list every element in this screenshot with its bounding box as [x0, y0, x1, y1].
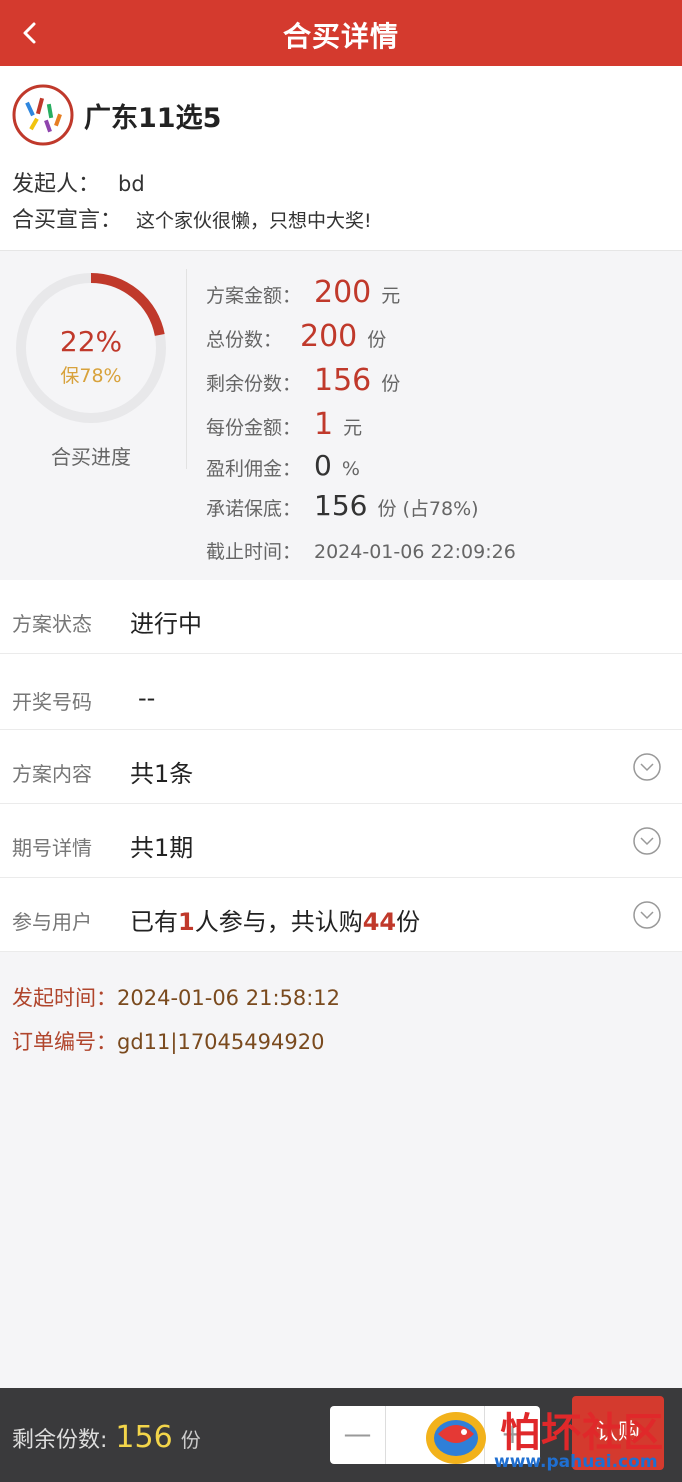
guarantee-row: 承诺保底： 156 份 (占78%): [206, 489, 479, 522]
guarantee-label: 承诺保底：: [206, 498, 302, 520]
start-time-label: 发起时间：: [12, 986, 117, 1010]
remaining-shares-row: 剩余份数： 156 份: [206, 363, 400, 398]
participants-shares: 44: [362, 908, 397, 936]
page-title: 合买详情: [282, 20, 399, 53]
app-header: 合买详情: [0, 0, 682, 66]
order-no-row: 订单编号：gd11|17045494920: [12, 1026, 324, 1056]
lottery-summary: 广东11选5 发起人： bd 合买宣言： 这个家伙很懒，只想中大奖!: [0, 66, 682, 250]
total-shares-label: 总份数：: [206, 329, 283, 351]
issue-detail-row[interactable]: 期号详情 共1期: [0, 804, 682, 878]
progress-section: 22% 保78% 合买进度 方案金额： 200 元 总份数： 200 份 剩余份数： 15…: [0, 250, 682, 580]
guarantee-value: 156: [314, 489, 368, 522]
order-no-label: 订单编号：: [12, 1030, 117, 1054]
commission-row: 盈利佣金： 0%: [206, 449, 360, 482]
slogan-row: 合买宣言： 这个家伙很懒，只想中大奖!: [12, 202, 372, 234]
participants-middle: 人参与，共认购: [194, 908, 363, 936]
chevron-down-icon[interactable]: [632, 900, 662, 930]
bottom-remaining-label: 剩余份数:: [12, 1428, 108, 1453]
initiator-label: 发起人：: [12, 172, 101, 197]
lottery-logo-icon: [12, 84, 74, 146]
remaining-shares-value: 156: [314, 363, 372, 398]
participants-prefix: 已有: [130, 908, 178, 936]
per-share-label: 每份金额：: [206, 417, 302, 439]
commission-label: 盈利佣金：: [206, 458, 302, 480]
plan-amount-value: 200: [314, 275, 372, 310]
plan-amount-label: 方案金额：: [206, 285, 302, 307]
order-no-value: gd11|17045494920: [117, 1030, 325, 1054]
total-shares-value: 200: [300, 319, 358, 354]
participants-label: 参与用户: [12, 910, 92, 934]
remaining-shares-label: 剩余份数：: [206, 373, 302, 395]
draw-number-label: 开奖号码: [12, 690, 92, 714]
guarantee-percent: 保78%: [60, 365, 122, 387]
per-share-unit: 元: [343, 417, 363, 439]
status-row: 方案状态 进行中: [0, 580, 682, 654]
watermark-text: 怕坏社区: [500, 1409, 664, 1456]
detail-list: 方案状态 进行中 开奖号码 -- 方案内容 共1条 期号详情 共1期 参与用户 …: [0, 580, 682, 952]
bottom-remaining-unit: 份: [180, 1428, 201, 1452]
start-time-row: 发起时间：2024-01-06 21:58:12: [12, 982, 340, 1012]
participants-count: 1: [178, 908, 195, 936]
chevron-down-icon[interactable]: [632, 752, 662, 782]
draw-number-row: 开奖号码 --: [0, 654, 682, 730]
plan-amount-row: 方案金额： 200 元: [206, 275, 400, 310]
total-shares-unit: 份: [367, 329, 387, 351]
participants-suffix: 份: [396, 908, 421, 936]
plan-content-row[interactable]: 方案内容 共1条: [0, 730, 682, 804]
plan-content-value: 共1条: [130, 760, 194, 788]
per-share-row: 每份金额： 1 元: [206, 407, 362, 442]
bottom-remaining: 剩余份数: 156 份: [12, 1420, 201, 1455]
bottom-remaining-value: 156: [115, 1420, 173, 1455]
deadline-row: 截止时间： 2024-01-06 22:09:26: [206, 537, 516, 564]
progress-percent: 22%: [59, 325, 123, 358]
divider: [186, 269, 187, 469]
deadline-value: 2024-01-06 22:09:26: [314, 541, 516, 563]
plan-amount-unit: 元: [381, 285, 401, 307]
start-time-value: 2024-01-06 21:58:12: [117, 986, 341, 1010]
initiator-row: 发起人： bd: [12, 166, 145, 198]
slogan-label: 合买宣言：: [12, 208, 123, 233]
commission-value: 0: [314, 449, 332, 482]
participants-value: 已有1人参与，共认购44份: [130, 902, 420, 937]
draw-number-value: --: [138, 684, 156, 712]
status-value: 进行中: [130, 610, 202, 638]
issue-detail-label: 期号详情: [12, 836, 92, 860]
plan-content-label: 方案内容: [12, 762, 92, 786]
per-share-value: 1: [314, 407, 334, 442]
guarantee-unit: 份 (占78%): [377, 498, 479, 520]
slogan-value: 这个家伙很懒，只想中大奖!: [136, 210, 372, 232]
status-label: 方案状态: [12, 612, 92, 636]
lottery-name: 广东11选5: [84, 103, 222, 134]
commission-unit: %: [341, 458, 360, 480]
chevron-down-icon[interactable]: [632, 826, 662, 856]
issue-detail-value: 共1期: [130, 834, 194, 862]
progress-label: 合买进度: [51, 445, 131, 469]
initiator-value: bd: [118, 172, 145, 196]
decrement-button[interactable]: —: [330, 1406, 386, 1464]
watermark-url: www.pahuai.com: [494, 1452, 658, 1472]
deadline-label: 截止时间：: [206, 541, 302, 563]
participants-row[interactable]: 参与用户 已有1人参与，共认购44份: [0, 878, 682, 952]
total-shares-row: 总份数： 200 份: [206, 319, 386, 354]
remaining-shares-unit: 份: [381, 373, 401, 395]
